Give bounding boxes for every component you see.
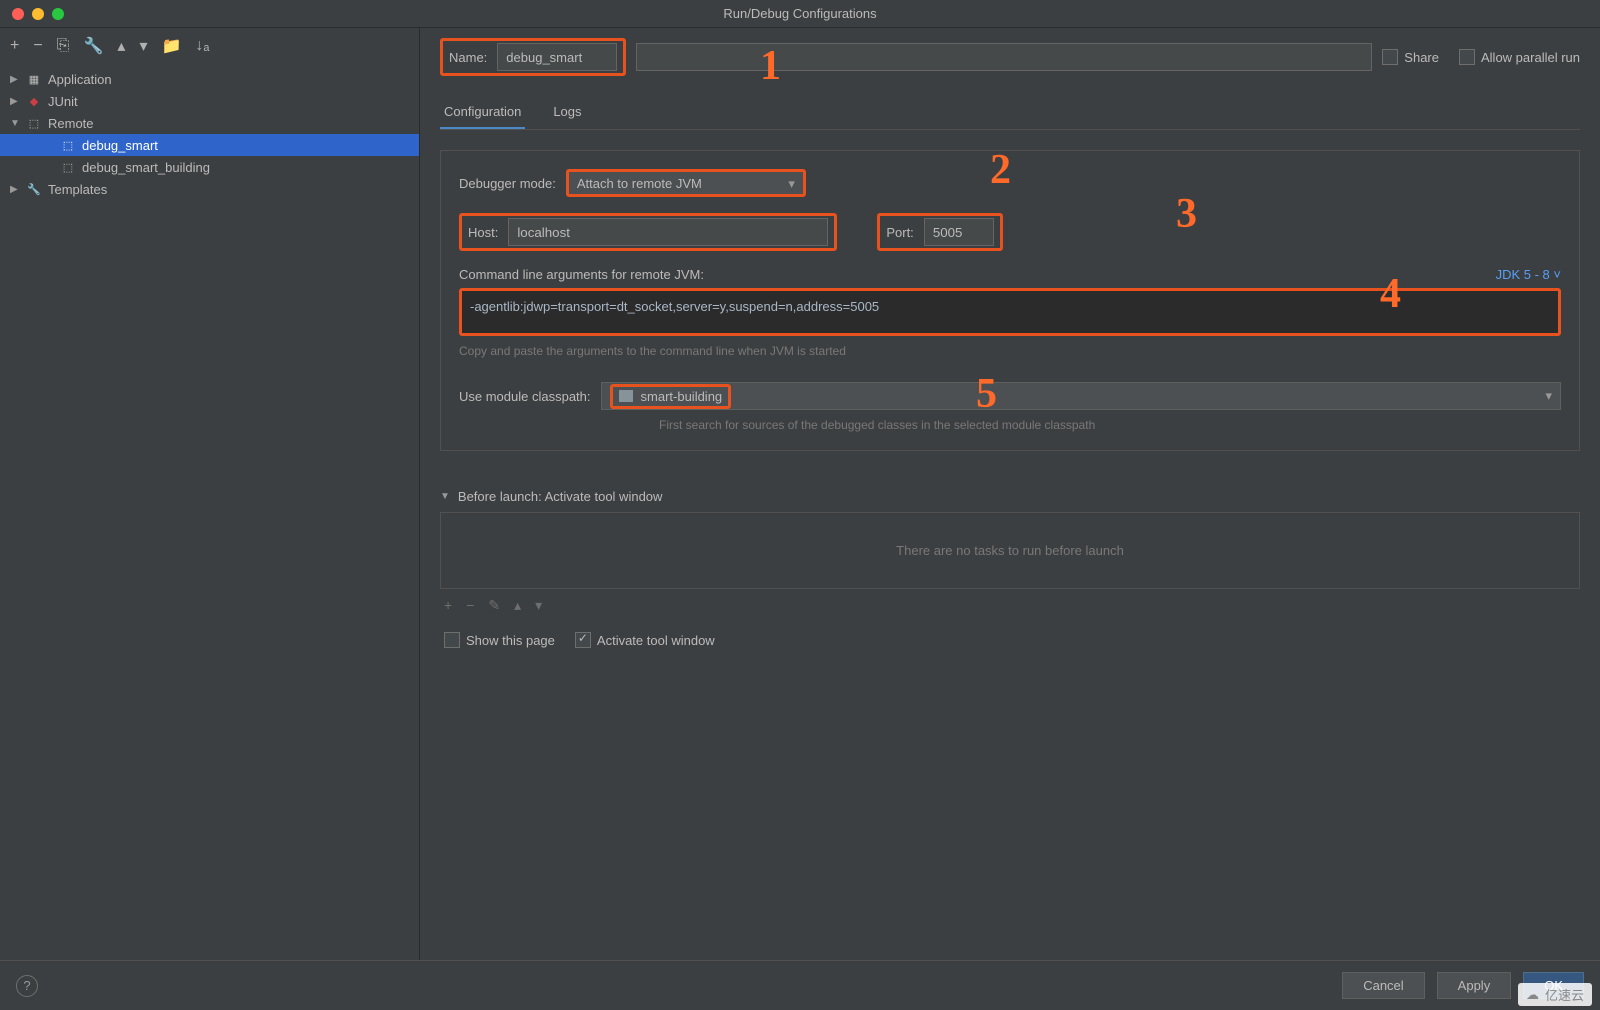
tree-item-debug-smart-building[interactable]: ⬚ debug_smart_building: [0, 156, 419, 178]
add-task-button[interactable]: +: [444, 597, 452, 614]
edit-task-button[interactable]: ✎: [488, 597, 500, 614]
cmd-label: Command line arguments for remote JVM:: [459, 267, 704, 282]
copy-config-button[interactable]: ⎘: [57, 37, 70, 55]
expand-arrow-icon: ▶: [10, 74, 20, 85]
host-input[interactable]: [508, 218, 828, 246]
jdk-version-dropdown[interactable]: JDK 5 - 8 ˅: [1496, 267, 1561, 282]
application-icon: ▦: [26, 71, 42, 87]
sidebar-toolbar: + − ⎘ 🔧 ▴ ▾ 📁 ↓ₐ: [0, 28, 419, 64]
tree-item-templates[interactable]: ▶ 🔧 Templates: [0, 178, 419, 200]
tab-logs[interactable]: Logs: [549, 96, 585, 129]
show-page-checkbox[interactable]: Show this page: [444, 632, 555, 648]
remove-config-button[interactable]: −: [33, 37, 42, 55]
sidebar: + − ⎘ 🔧 ▴ ▾ 📁 ↓ₐ ▶ ▦ Application ▶ ◆ JUn…: [0, 28, 420, 960]
dialog-footer: ? Cancel Apply OK: [0, 960, 1600, 1010]
help-button[interactable]: ?: [16, 975, 38, 997]
port-input[interactable]: [924, 218, 994, 246]
tree-item-remote[interactable]: ▼ ⬚ Remote: [0, 112, 419, 134]
tree-label: Remote: [48, 116, 94, 131]
cmd-args-box[interactable]: -agentlib:jdwp=transport=dt_socket,serve…: [459, 288, 1561, 336]
module-hint: First search for sources of the debugged…: [659, 418, 1099, 432]
remove-task-button[interactable]: −: [466, 597, 474, 614]
collapse-arrow-icon: ▼: [440, 491, 450, 502]
before-launch-title: Before launch: Activate tool window: [458, 489, 663, 504]
name-input[interactable]: [497, 43, 617, 71]
parallel-run-checkbox[interactable]: Allow parallel run: [1459, 49, 1580, 65]
tree-label: JUnit: [48, 94, 78, 109]
expand-arrow-icon: ▶: [10, 184, 20, 195]
move-up-button[interactable]: ▴: [117, 36, 125, 56]
name-input-extended[interactable]: [636, 43, 1372, 71]
module-classpath-select[interactable]: smart-building: [601, 382, 1561, 410]
tree-label: debug_smart_building: [82, 160, 210, 175]
junit-icon: ◆: [26, 93, 42, 109]
add-config-button[interactable]: +: [10, 37, 19, 55]
module-icon: [619, 390, 633, 402]
debugger-mode-label: Debugger mode:: [459, 176, 556, 191]
share-checkbox[interactable]: Share: [1382, 49, 1439, 65]
name-label: Name:: [449, 50, 487, 65]
config-tree: ▶ ▦ Application ▶ ◆ JUnit ▼ ⬚ Remote ⬚ d…: [0, 64, 419, 200]
apply-button[interactable]: Apply: [1437, 972, 1512, 999]
maximize-window-button[interactable]: [52, 8, 64, 20]
tree-label: Templates: [48, 182, 107, 197]
debugger-mode-select[interactable]: Attach to remote JVM: [566, 169, 806, 197]
tasks-list: There are no tasks to run before launch: [440, 512, 1580, 589]
tree-label: Application: [48, 72, 112, 87]
folder-button[interactable]: 📁: [161, 36, 181, 56]
watermark: ☁ 亿速云: [1518, 983, 1592, 1006]
task-down-button[interactable]: ▾: [535, 597, 542, 614]
minimize-window-button[interactable]: [32, 8, 44, 20]
titlebar: Run/Debug Configurations: [0, 0, 1600, 28]
task-up-button[interactable]: ▴: [514, 597, 521, 614]
cancel-button[interactable]: Cancel: [1342, 972, 1424, 999]
before-launch-header[interactable]: ▼ Before launch: Activate tool window: [440, 481, 1580, 512]
remote-config-icon: ⬚: [60, 137, 76, 153]
move-down-button[interactable]: ▾: [139, 36, 147, 56]
close-window-button[interactable]: [12, 8, 24, 20]
window-title: Run/Debug Configurations: [723, 6, 876, 21]
templates-icon: 🔧: [26, 181, 42, 197]
module-label: Use module classpath:: [459, 389, 591, 404]
tree-item-application[interactable]: ▶ ▦ Application: [0, 68, 419, 90]
cmd-hint: Copy and paste the arguments to the comm…: [459, 344, 1561, 358]
remote-icon: ⬚: [26, 115, 42, 131]
remote-config-icon: ⬚: [60, 159, 76, 175]
host-label: Host:: [468, 225, 498, 240]
collapse-arrow-icon: ▼: [10, 118, 20, 129]
tree-label: debug_smart: [82, 138, 158, 153]
port-label: Port:: [886, 225, 913, 240]
edit-config-button[interactable]: 🔧: [84, 36, 104, 56]
sort-button[interactable]: ↓ₐ: [195, 37, 209, 55]
tab-configuration[interactable]: Configuration: [440, 96, 525, 129]
expand-arrow-icon: ▶: [10, 96, 20, 107]
activate-tool-window-checkbox[interactable]: Activate tool window: [575, 632, 715, 648]
config-panel: Name: Share Allow parallel run Configura…: [420, 28, 1600, 960]
tree-item-junit[interactable]: ▶ ◆ JUnit: [0, 90, 419, 112]
tree-item-debug-smart[interactable]: ⬚ debug_smart: [0, 134, 419, 156]
cloud-icon: ☁: [1526, 987, 1539, 1003]
